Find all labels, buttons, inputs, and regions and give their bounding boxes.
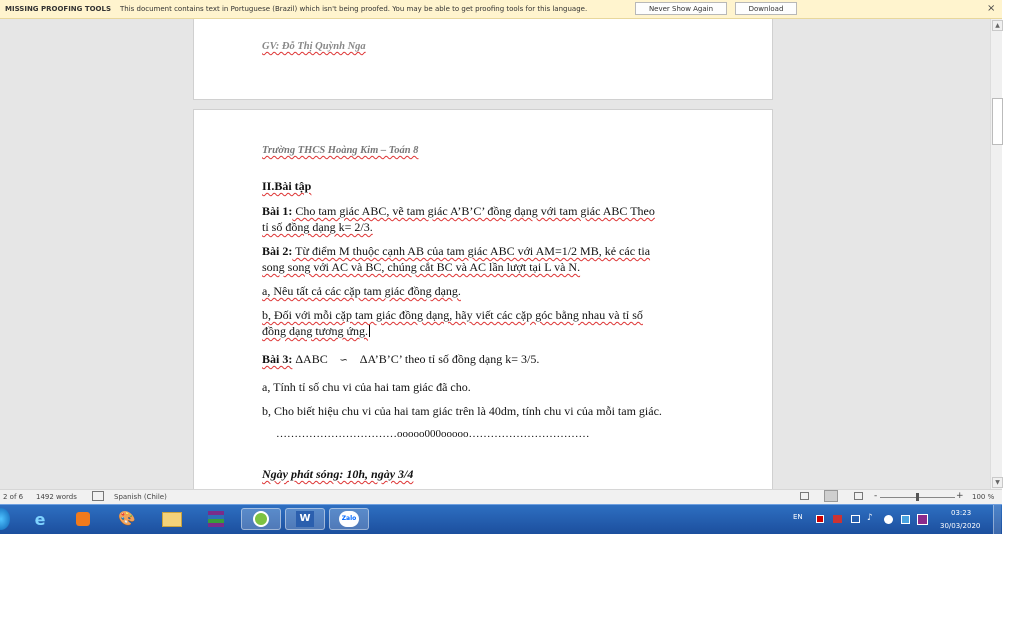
download-button[interactable]: Download <box>735 2 797 15</box>
windows-taskbar: e 🎨 W Zalo EN ♪ 03:23 30/03/2020 <box>0 504 1002 534</box>
document-area[interactable]: GV: Đỗ Thị Quỳnh Nga Trường THCS Hoàng K… <box>0 19 990 489</box>
file-explorer-icon[interactable] <box>160 508 184 530</box>
show-desktop-button[interactable] <box>993 505 1001 534</box>
status-bar: 2 of 6 1492 words Spanish (Chile) - + 10… <box>0 489 1002 504</box>
bai2-part-b-line2: đồng dạng tương ứng. <box>262 324 371 338</box>
vertical-scrollbar[interactable]: ▲ ▼ <box>990 19 1003 489</box>
zoom-in-icon[interactable]: + <box>956 491 964 501</box>
bai2-part-b-line1: b, Đối với mỗi cặp tam giác đồng dạng, h… <box>262 308 643 322</box>
bai1-line2: tỉ số đồng dạng k= 2/3. <box>262 220 373 234</box>
zoom-level[interactable]: 100 % <box>972 493 994 501</box>
action-center-icon[interactable] <box>851 515 860 523</box>
bai2-part-a: a, Nêu tất cả các cặp tam giác đồng dạng… <box>262 284 461 298</box>
page-header: Trường THCS Hoàng Kim – Toán 8 <box>262 145 419 156</box>
media-player-icon[interactable] <box>71 508 95 530</box>
update-tray-icon[interactable] <box>901 515 910 524</box>
start-button-icon[interactable] <box>0 508 10 530</box>
scroll-thumb[interactable] <box>992 98 1003 145</box>
word-count[interactable]: 1492 words <box>36 493 77 501</box>
language-indicator[interactable]: Spanish (Chile) <box>114 493 167 501</box>
winrar-icon[interactable] <box>204 508 228 530</box>
current-page[interactable]: Trường THCS Hoàng Kim – Toán 8 II.Bài tậ… <box>193 109 773 489</box>
coccoc-browser-icon[interactable] <box>241 508 281 530</box>
separator-line: ……………………………ooooo000ooooo…………………………… <box>276 428 590 440</box>
bai2-line2: song song với AC và BC, chúng cắt BC và … <box>262 260 581 274</box>
broadcast-date: Ngày phát sóng: 10h, ngày 3/4 <box>262 467 414 481</box>
previous-page-footer: GV: Đỗ Thị Quỳnh Nga <box>262 41 366 52</box>
scroll-down-icon[interactable]: ▼ <box>992 477 1003 488</box>
bai3-line: Bài 3: ΔABC ∽ ΔA’B’C’ theo tỉ số đồng dạng… <box>262 352 540 366</box>
close-icon[interactable]: × <box>987 3 995 14</box>
print-layout-icon[interactable] <box>824 490 838 502</box>
zalo-icon[interactable]: Zalo <box>329 508 369 530</box>
proofing-icon[interactable] <box>92 491 104 501</box>
clock-date[interactable]: 30/03/2020 <box>940 522 980 551</box>
text-cursor <box>369 325 371 337</box>
word-icon[interactable]: W <box>285 508 325 530</box>
antivirus-tray-icon[interactable] <box>816 515 824 523</box>
bai3-part-b: b, Cho biết hiệu chu vi của hai tam giác… <box>262 404 662 418</box>
input-language[interactable]: EN <box>793 513 803 542</box>
internet-explorer-icon[interactable]: e <box>28 508 52 530</box>
web-layout-icon[interactable] <box>854 492 863 500</box>
page-count[interactable]: 2 of 6 <box>3 493 23 501</box>
bai3-part-a: a, Tính tỉ số chu vi của hai tam giác đã… <box>262 380 471 394</box>
read-mode-icon[interactable] <box>800 492 809 500</box>
scroll-up-icon[interactable]: ▲ <box>992 20 1003 31</box>
vietkey-tray-icon[interactable] <box>917 514 928 525</box>
zalo-tray-icon[interactable] <box>884 515 893 524</box>
missing-proofing-tools-bar: MISSING PROOFING TOOLS This document con… <box>0 0 1002 19</box>
bai1-line1: Bài 1: Cho tam giác ABC, vẽ tam giác A’B… <box>262 204 655 218</box>
network-warning-icon[interactable] <box>833 515 842 523</box>
paint-icon[interactable]: 🎨 <box>115 508 139 530</box>
zoom-out-icon[interactable]: - <box>874 491 877 501</box>
volume-icon[interactable]: ♪ <box>867 513 873 542</box>
zoom-slider-knob[interactable] <box>916 493 919 501</box>
section-title: II.Bài tập <box>262 179 312 193</box>
bai2-line1: Bài 2: Từ điểm M thuộc cạnh AB của tam g… <box>262 244 651 258</box>
message-bar-title: MISSING PROOFING TOOLS <box>5 5 112 13</box>
previous-page: GV: Đỗ Thị Quỳnh Nga <box>193 19 773 100</box>
never-show-again-button[interactable]: Never Show Again <box>635 2 727 15</box>
message-bar-text: This document contains text in Portugues… <box>120 5 588 13</box>
